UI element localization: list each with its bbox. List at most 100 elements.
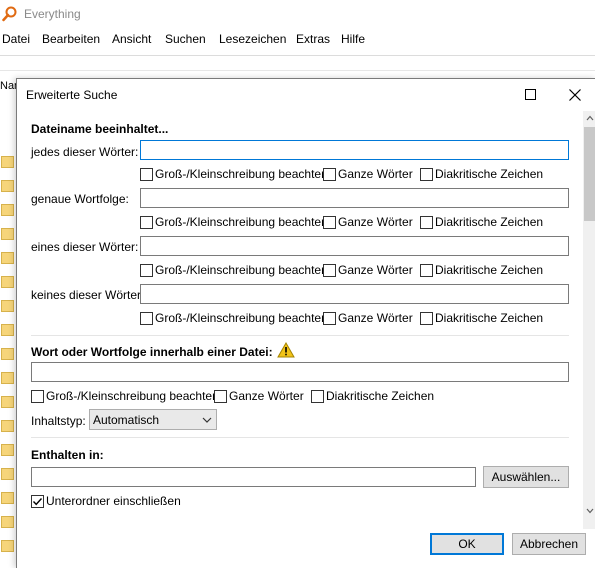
folder-icon — [1, 204, 14, 216]
chevron-down-icon — [586, 508, 593, 514]
ok-button[interactable]: OK — [430, 533, 504, 555]
content-whole-checkbox[interactable] — [214, 390, 227, 403]
none-words-case-label: Groß-/Kleinschreibung beachten — [155, 311, 328, 325]
folder-icon — [1, 492, 14, 504]
cancel-button-label: Abbrechen — [519, 537, 579, 551]
all-words-whole-label: Ganze Wörter — [338, 167, 413, 181]
menu-ansicht[interactable]: Ansicht — [112, 32, 151, 46]
folder-icon — [1, 372, 14, 384]
scrollbar-thumb[interactable] — [584, 127, 595, 221]
all-words-case-label: Groß-/Kleinschreibung beachten — [155, 167, 328, 181]
menu-extras[interactable]: Extras — [296, 32, 330, 46]
content-case-checkbox[interactable] — [31, 390, 44, 403]
content-type-label: Inhaltstyp: — [31, 414, 86, 428]
section-divider — [31, 335, 569, 336]
all-words-input[interactable] — [140, 140, 569, 160]
folder-icon — [1, 300, 14, 312]
none-words-diacritics-checkbox[interactable] — [420, 312, 433, 325]
exact-phrase-whole-checkbox[interactable] — [323, 216, 336, 229]
app-title: Everything — [24, 7, 81, 21]
maximize-icon — [524, 89, 536, 100]
any-words-case-checkbox[interactable] — [140, 264, 153, 277]
any-words-diacritics-label: Diakritische Zeichen — [435, 263, 544, 277]
advanced-search-dialog: Erweiterte Suche Dateiname beeinhaltet..… — [16, 78, 595, 568]
none-words-input[interactable] — [140, 284, 569, 304]
content-case-label: Groß-/Kleinschreibung beachten — [46, 389, 219, 403]
subfolders-checkbox[interactable] — [31, 495, 44, 508]
folder-icon — [1, 420, 14, 432]
any-words-label: eines dieser Wörter: — [31, 240, 139, 254]
none-words-diacritics-label: Diakritische Zeichen — [435, 311, 544, 325]
folder-icon — [1, 276, 14, 288]
none-words-whole-checkbox[interactable] — [323, 312, 336, 325]
any-words-input[interactable] — [140, 236, 569, 256]
menu-hilfe[interactable]: Hilfe — [341, 32, 365, 46]
any-words-case-label: Groß-/Kleinschreibung beachten — [155, 263, 328, 277]
exact-phrase-case-checkbox[interactable] — [140, 216, 153, 229]
all-words-diacritics-label: Diakritische Zeichen — [435, 167, 544, 181]
maximize-button[interactable] — [507, 79, 553, 110]
folder-icon — [1, 324, 14, 336]
column-header-name[interactable]: Nam — [0, 80, 16, 92]
folder-icon — [1, 228, 14, 240]
folder-icon — [1, 396, 14, 408]
folder-icon — [1, 468, 14, 480]
filename-heading: Dateiname beeinhaltet... — [31, 122, 169, 136]
app-results-list: Nam — [0, 78, 16, 567]
folder-icon — [1, 444, 14, 456]
content-type-value: Automatisch — [93, 413, 160, 427]
exact-phrase-whole-label: Ganze Wörter — [338, 215, 413, 229]
close-button[interactable] — [552, 79, 595, 110]
warning-icon — [277, 342, 295, 358]
content-input[interactable] — [31, 362, 569, 382]
browse-button[interactable]: Auswählen... — [483, 466, 569, 488]
content-type-select[interactable]: Automatisch — [89, 409, 217, 430]
all-words-case-checkbox[interactable] — [140, 168, 153, 181]
close-icon — [569, 88, 581, 101]
cancel-button[interactable]: Abbrechen — [512, 533, 586, 555]
location-input[interactable] — [31, 467, 476, 487]
exact-phrase-input[interactable] — [140, 188, 569, 208]
menu-datei[interactable]: Datei — [2, 32, 30, 46]
chevron-down-icon — [202, 417, 212, 423]
content-whole-label: Ganze Wörter — [229, 389, 304, 403]
content-diacritics-checkbox[interactable] — [311, 390, 324, 403]
ok-button-label: OK — [458, 537, 476, 551]
folder-icon — [1, 540, 14, 552]
location-heading: Enthalten in: — [31, 448, 104, 462]
folder-icon — [1, 252, 14, 264]
exact-phrase-label: genaue Wortfolge: — [31, 192, 129, 206]
dialog-scrollbar[interactable] — [583, 111, 595, 529]
content-diacritics-label: Diakritische Zeichen — [326, 389, 435, 403]
folder-icon — [1, 348, 14, 360]
subfolders-label: Unterordner einschließen — [46, 494, 181, 508]
any-words-whole-checkbox[interactable] — [323, 264, 336, 277]
any-words-whole-label: Ganze Wörter — [338, 263, 413, 277]
none-words-whole-label: Ganze Wörter — [338, 311, 413, 325]
app-search-bar-edge — [0, 70, 595, 71]
exact-phrase-diacritics-checkbox[interactable] — [420, 216, 433, 229]
app-menubar: Datei Bearbeiten Ansicht Suchen Lesezeic… — [0, 29, 595, 49]
scroll-up-button[interactable] — [583, 111, 595, 125]
none-words-label: keines dieser Wörter: — [31, 288, 145, 302]
all-words-label: jedes dieser Wörter: — [31, 145, 139, 159]
app-titlebar: Everything — [0, 0, 595, 28]
section-divider — [31, 437, 569, 438]
exact-phrase-diacritics-label: Diakritische Zeichen — [435, 215, 544, 229]
dialog-content: Dateiname beeinhaltet... jedes dieser Wö… — [17, 111, 583, 521]
menu-suchen[interactable]: Suchen — [165, 32, 206, 46]
none-words-case-checkbox[interactable] — [140, 312, 153, 325]
scroll-down-button[interactable] — [583, 504, 595, 518]
any-words-diacritics-checkbox[interactable] — [420, 264, 433, 277]
everything-logo-icon — [2, 6, 17, 22]
menu-lesezeichen[interactable]: Lesezeichen — [219, 32, 286, 46]
menu-bearbeiten[interactable]: Bearbeiten — [42, 32, 100, 46]
content-heading: Wort oder Wortfolge innerhalb einer Date… — [31, 345, 273, 359]
checkmark-icon — [32, 498, 43, 506]
all-words-diacritics-checkbox[interactable] — [420, 168, 433, 181]
all-words-whole-checkbox[interactable] — [323, 168, 336, 181]
folder-icon — [1, 156, 14, 168]
folder-icon — [1, 516, 14, 528]
folder-icon — [1, 180, 14, 192]
browse-button-label: Auswählen... — [491, 470, 561, 484]
